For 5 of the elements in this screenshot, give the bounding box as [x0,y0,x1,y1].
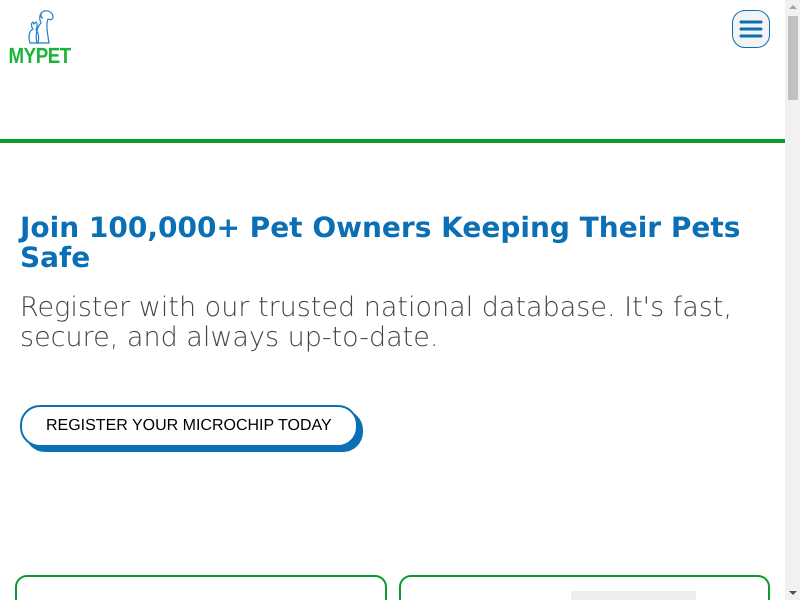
hero-heading: Join 100,000+ Pet Owners Keeping Their Pets Safe [20,213,742,273]
menu-icon [739,20,763,38]
hero-subtitle: Register with our trusted national database. It's fast, secure, and always up-to-date. [20,293,734,353]
menu-button[interactable] [732,10,770,48]
scrollbar-thumb[interactable] [788,16,798,100]
